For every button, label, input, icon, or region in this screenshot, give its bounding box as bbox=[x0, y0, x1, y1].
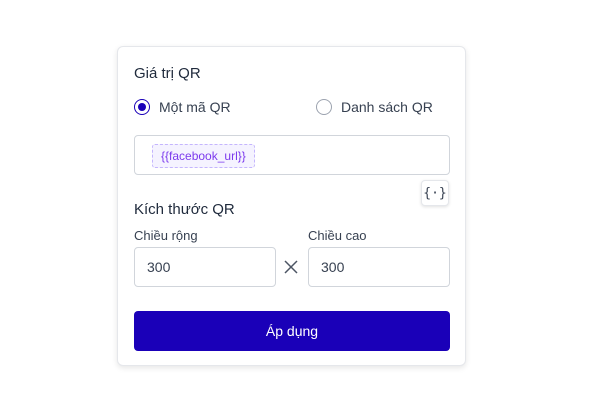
height-label: Chiều cao bbox=[308, 228, 367, 243]
radio-single-qr[interactable]: Một mã QR bbox=[134, 99, 231, 115]
curly-braces-icon: {·} bbox=[423, 185, 447, 201]
qr-size-title: Kích thước QR bbox=[134, 201, 235, 218]
radio-qr-list-label: Danh sách QR bbox=[341, 99, 433, 115]
qr-settings-card: Giá trị QR Một mã QR Danh sách QR {{face… bbox=[117, 46, 466, 366]
radio-dot-icon bbox=[138, 103, 146, 111]
multiply-icon bbox=[284, 260, 298, 274]
variable-tag[interactable]: {{facebook_url}} bbox=[152, 144, 255, 168]
width-input[interactable] bbox=[134, 247, 276, 287]
radio-checked-icon[interactable] bbox=[134, 99, 150, 115]
qr-value-input[interactable]: {{facebook_url}} bbox=[134, 135, 450, 175]
apply-button[interactable]: Áp dụng bbox=[134, 311, 450, 351]
radio-unchecked-icon[interactable] bbox=[316, 99, 332, 115]
width-label: Chiều rộng bbox=[134, 228, 198, 243]
insert-variable-button[interactable]: {·} bbox=[421, 180, 449, 206]
qr-type-radio-group: Một mã QR Danh sách QR bbox=[134, 99, 454, 119]
height-input[interactable] bbox=[308, 247, 450, 287]
qr-value-title: Giá trị QR bbox=[134, 65, 201, 82]
radio-single-qr-label: Một mã QR bbox=[159, 99, 231, 115]
radio-qr-list[interactable]: Danh sách QR bbox=[316, 99, 433, 115]
